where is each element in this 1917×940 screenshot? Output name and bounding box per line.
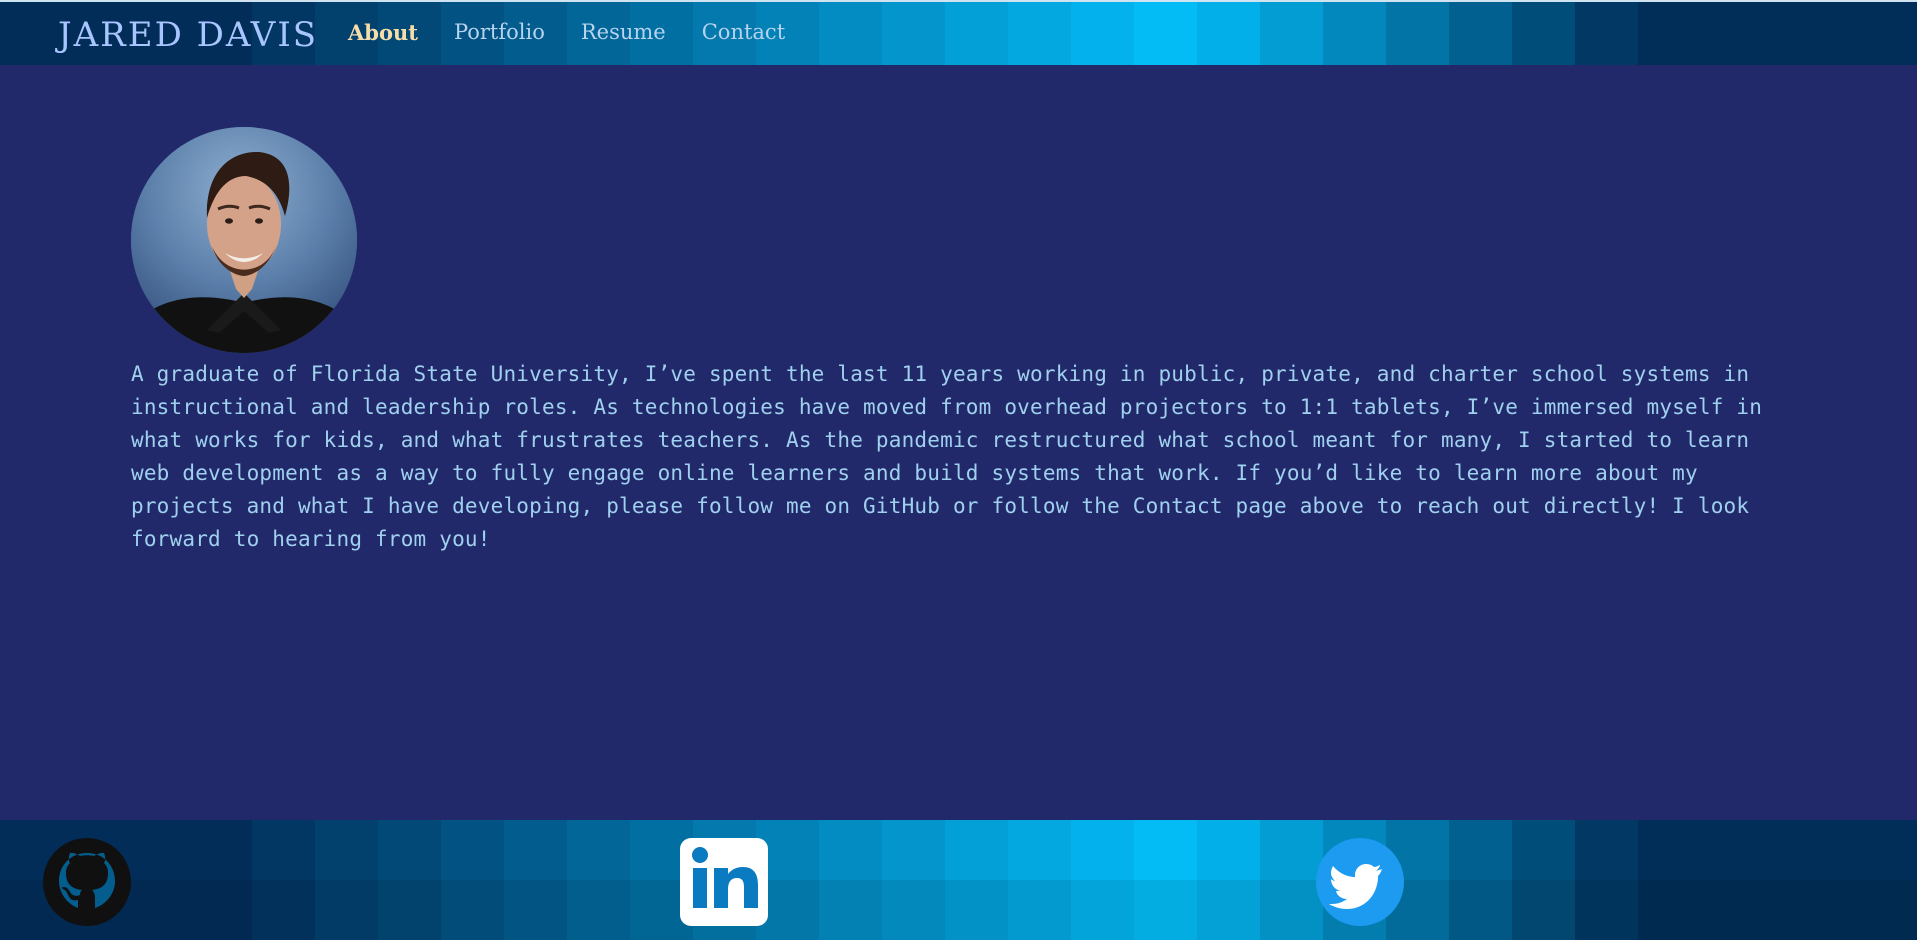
decorative-pixel-tile xyxy=(252,880,315,940)
decorative-pixel-tile xyxy=(882,880,945,940)
linkedin-link[interactable] xyxy=(680,838,768,926)
profile-avatar xyxy=(131,127,357,353)
decorative-pixel-tile xyxy=(1008,820,1071,880)
decorative-pixel-tile xyxy=(1638,880,1701,940)
decorative-pixel-tile xyxy=(1008,880,1071,940)
decorative-pixel-tile xyxy=(1134,2,1197,65)
decorative-pixel-tile xyxy=(1638,2,1701,65)
decorative-pixel-tile xyxy=(1827,2,1890,65)
decorative-pixel-tile xyxy=(1071,2,1134,65)
github-link[interactable] xyxy=(43,838,131,926)
decorative-pixel-tile xyxy=(252,820,315,880)
twitter-icon xyxy=(1316,838,1404,926)
decorative-pixel-tile xyxy=(1197,820,1260,880)
decorative-pixel-tile xyxy=(1134,880,1197,940)
bio-text: A graduate of Florida State University, … xyxy=(131,362,1763,551)
decorative-pixel-tile xyxy=(189,880,252,940)
site-footer xyxy=(0,820,1917,940)
profile-photo xyxy=(131,127,357,353)
decorative-pixel-tile xyxy=(945,820,1008,880)
decorative-pixel-tile xyxy=(315,820,378,880)
decorative-pixel-tile xyxy=(1197,2,1260,65)
decorative-pixel-tile xyxy=(0,2,63,65)
decorative-pixel-tile xyxy=(1512,2,1575,65)
github-icon xyxy=(43,838,131,926)
decorative-pixel-tile xyxy=(441,820,504,880)
decorative-pixel-tile xyxy=(1197,880,1260,940)
decorative-pixel-tile xyxy=(1701,820,1764,880)
decorative-pixel-tile xyxy=(1260,880,1323,940)
twitter-link[interactable] xyxy=(1316,838,1404,926)
decorative-pixel-tile xyxy=(1260,2,1323,65)
decorative-pixel-tile xyxy=(1890,2,1917,65)
decorative-pixel-tile xyxy=(1134,820,1197,880)
decorative-pixel-tile xyxy=(1449,880,1512,940)
decorative-pixel-tile xyxy=(882,2,945,65)
nav-contact-link[interactable]: Contact xyxy=(702,22,785,43)
linkedin-icon xyxy=(680,838,768,926)
decorative-pixel-tile xyxy=(1890,880,1917,940)
decorative-pixel-tile xyxy=(189,820,252,880)
decorative-pixel-tile xyxy=(378,880,441,940)
decorative-pixel-tile xyxy=(1701,880,1764,940)
decorative-pixel-tile xyxy=(504,880,567,940)
decorative-pixel-tile xyxy=(1890,820,1917,880)
decorative-pixel-tile xyxy=(1449,2,1512,65)
nav-about-link[interactable]: About xyxy=(348,22,418,43)
decorative-pixel-tile xyxy=(1701,2,1764,65)
decorative-pixel-tile xyxy=(1575,2,1638,65)
site-header: JARED DAVIS About Portfolio Resume Conta… xyxy=(0,2,1917,65)
decorative-pixel-tile xyxy=(1008,2,1071,65)
decorative-pixel-tile xyxy=(1512,880,1575,940)
decorative-pixel-tile xyxy=(315,880,378,940)
decorative-pixel-tile xyxy=(882,820,945,880)
decorative-pixel-tile xyxy=(945,2,1008,65)
decorative-pixel-tile xyxy=(1449,820,1512,880)
decorative-pixel-tile xyxy=(378,820,441,880)
decorative-pixel-tile xyxy=(1260,820,1323,880)
decorative-pixel-tile xyxy=(441,880,504,940)
main-nav: About Portfolio Resume Contact xyxy=(348,22,821,44)
decorative-pixel-tile xyxy=(126,880,189,940)
site-brand[interactable]: JARED DAVIS xyxy=(58,18,318,52)
decorative-pixel-tile xyxy=(1071,820,1134,880)
decorative-pixel-tile xyxy=(567,880,630,940)
about-section: A graduate of Florida State University, … xyxy=(131,127,1791,556)
decorative-pixel-tile xyxy=(1071,880,1134,940)
decorative-pixel-tile xyxy=(1575,880,1638,940)
decorative-pixel-tile xyxy=(819,880,882,940)
decorative-pixel-tile xyxy=(567,820,630,880)
decorative-pixel-tile xyxy=(1827,880,1890,940)
decorative-pixel-tile xyxy=(1827,820,1890,880)
nav-resume-link[interactable]: Resume xyxy=(581,22,666,43)
decorative-pixel-tile xyxy=(1764,2,1827,65)
decorative-pixel-tile xyxy=(1512,820,1575,880)
decorative-pixel-tile xyxy=(1575,820,1638,880)
decorative-pixel-tile xyxy=(1764,820,1827,880)
decorative-pixel-tile xyxy=(126,820,189,880)
decorative-pixel-tile xyxy=(1386,2,1449,65)
decorative-pixel-tile xyxy=(1323,2,1386,65)
decorative-pixel-tile xyxy=(1638,820,1701,880)
decorative-pixel-tile xyxy=(1764,880,1827,940)
decorative-pixel-tile xyxy=(945,880,1008,940)
decorative-pixel-tile xyxy=(819,2,882,65)
decorative-pixel-tile xyxy=(819,820,882,880)
nav-portfolio-link[interactable]: Portfolio xyxy=(454,22,545,43)
decorative-pixel-tile xyxy=(504,820,567,880)
